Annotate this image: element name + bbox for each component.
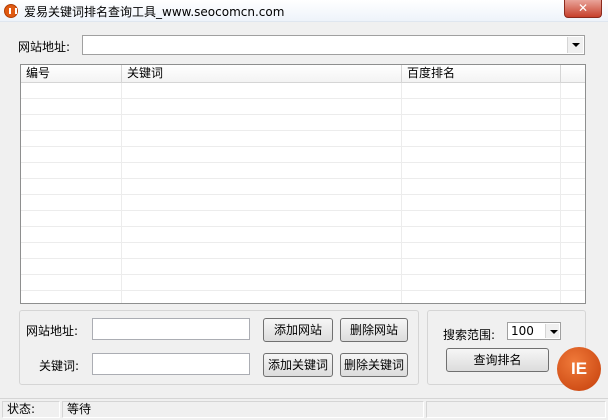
keyword-list[interactable]: 编号 关键词 百度排名 xyxy=(20,64,586,304)
list-header: 编号 关键词 百度排名 xyxy=(21,65,585,83)
column-header-number[interactable]: 编号 xyxy=(21,65,122,83)
form-keyword-label: 关键词: xyxy=(39,359,80,373)
delete-site-button[interactable]: 删除网站 xyxy=(340,318,408,342)
column-header-baidu-rank[interactable]: 百度排名 xyxy=(402,65,561,83)
app-logo-icon xyxy=(4,4,18,18)
chevron-down-icon[interactable] xyxy=(567,37,583,53)
search-range-label: 搜索范围: xyxy=(443,328,496,342)
add-keyword-button[interactable]: 添加关键词 xyxy=(263,353,333,377)
add-site-button[interactable]: 添加网站 xyxy=(263,318,333,342)
chevron-down-icon[interactable] xyxy=(545,324,559,338)
grid-col-3 xyxy=(402,83,561,303)
column-header-keyword[interactable]: 关键词 xyxy=(122,65,402,83)
query-rank-button[interactable]: 查询排名 xyxy=(446,348,549,372)
form-keyword-input[interactable] xyxy=(92,353,250,375)
ie-logo-icon: IE xyxy=(557,347,601,391)
status-value: 等待 xyxy=(62,401,424,418)
grid-col-2 xyxy=(122,83,402,303)
site-address-combo[interactable] xyxy=(82,35,585,55)
form-site-input[interactable] xyxy=(92,318,250,340)
status-bar: 状态: 等待 xyxy=(0,398,608,420)
status-extra xyxy=(426,401,606,418)
grid-col-1 xyxy=(21,83,122,303)
site-address-label: 网站地址: xyxy=(18,40,71,54)
delete-keyword-button[interactable]: 删除关键词 xyxy=(340,353,408,377)
close-button[interactable]: ✕ xyxy=(564,0,602,18)
form-site-label: 网站地址: xyxy=(26,324,79,338)
status-label: 状态: xyxy=(2,401,60,418)
search-range-select[interactable]: 100 xyxy=(507,322,561,340)
search-range-value: 100 xyxy=(511,324,534,338)
window-title: 爱易关键词排名查询工具_www.seocomcn.com xyxy=(24,5,285,19)
title-bar: 爱易关键词排名查询工具_www.seocomcn.com ✕ xyxy=(0,0,608,22)
